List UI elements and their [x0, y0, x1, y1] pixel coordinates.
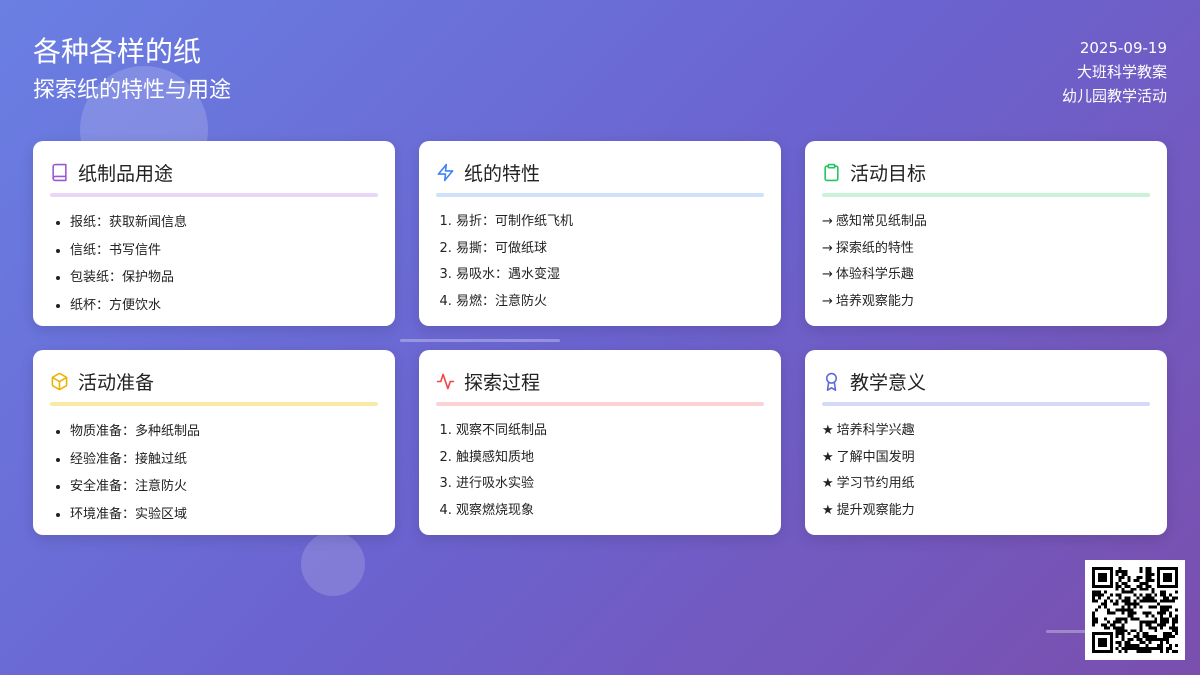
date-label: 2025-09-19	[1079, 39, 1167, 57]
list-item: 触摸感知质地	[456, 445, 764, 472]
list-item: 信纸：书写信件	[70, 237, 378, 265]
page-meta: 2025-09-19 大班科学教案 幼儿园教学活动	[1062, 36, 1167, 108]
list-item: → 感知常见纸制品	[822, 214, 927, 229]
list-item: 安全准备：注意防火	[70, 473, 378, 501]
card-divider	[822, 402, 1150, 406]
list-item: ★ 了解中国发明	[822, 449, 915, 465]
list-item: 纸杯：方便饮水	[70, 292, 378, 320]
card-title: 教学意义	[850, 371, 927, 394]
list-item: ★ 学习节约用纸	[822, 476, 915, 492]
card-title: 探索过程	[464, 371, 541, 394]
list-item: 易吸水：遇水变湿	[456, 262, 764, 289]
list-item: 易折：可制作纸飞机	[456, 209, 764, 236]
card-exploration-process: 探索过程 观察不同纸制品 触摸感知质地 进行吸水实验 观察燃烧现象	[419, 350, 781, 535]
list-item: ★ 提升观察能力	[822, 503, 915, 519]
card-paper-uses: 纸制品用途 报纸：获取新闻信息 信纸：书写信件 包装纸：保护物品 纸杯：方便饮水	[33, 141, 395, 326]
card-grid: 纸制品用途 报纸：获取新闻信息 信纸：书写信件 包装纸：保护物品 纸杯：方便饮水…	[33, 141, 1167, 535]
list-item: 进行吸水实验	[456, 471, 764, 498]
list-item: 经验准备：接触过纸	[70, 446, 378, 474]
list-item: 观察燃烧现象	[456, 498, 764, 525]
list-item: → 培养观察能力	[822, 294, 914, 310]
list-item: → 体验科学乐趣	[822, 267, 914, 283]
list-item: → 探索纸的特性	[822, 240, 914, 256]
page-header: 各种各样的纸 探索纸的特性与用途	[33, 34, 231, 106]
list-item: ★ 培养科学兴趣	[822, 423, 915, 438]
page-title: 各种各样的纸	[33, 35, 202, 68]
card-divider	[436, 193, 764, 197]
lightning-icon	[437, 163, 454, 181]
clipboard-icon	[824, 163, 839, 181]
card-title: 活动目标	[850, 162, 927, 185]
list-item: 环境准备：实验区域	[70, 501, 378, 529]
card-title: 纸的特性	[464, 162, 541, 185]
card-activity-preparation: 活动准备 物质准备：多种纸制品 经验准备：接触过纸 安全准备：注意防火 环境准备…	[33, 350, 395, 535]
list-item: 易燃：注意防火	[456, 289, 764, 316]
list-item: 易撕：可做纸球	[456, 236, 764, 263]
card-divider	[50, 402, 378, 406]
org-label: 幼儿园教学活动	[1061, 87, 1167, 105]
card-title: 纸制品用途	[78, 162, 174, 185]
list-item: 包装纸：保护物品	[70, 264, 378, 292]
decorative-circle	[301, 532, 365, 596]
card-divider	[822, 193, 1150, 197]
list-item: 观察不同纸制品	[456, 418, 764, 445]
page-subtitle: 探索纸的特性与用途	[33, 78, 232, 103]
qr-code-icon	[1092, 567, 1178, 653]
list-item: 报纸：获取新闻信息	[70, 209, 378, 237]
card-teaching-significance: 教学意义 ★ 培养科学兴趣 ★ 了解中国发明 ★ 学习节约用纸 ★ 提升观察能力	[805, 350, 1167, 535]
card-activity-goals: 活动目标 → 感知常见纸制品 → 探索纸的特性 → 体验科学乐趣 → 培养观察能力	[805, 141, 1167, 326]
card-paper-properties: 纸的特性 易折：可制作纸飞机 易撕：可做纸球 易吸水：遇水变湿 易燃：注意防火	[419, 141, 781, 326]
book-icon	[52, 163, 67, 181]
activity-icon	[436, 373, 455, 389]
award-icon	[825, 372, 838, 391]
cube-icon	[51, 372, 68, 390]
qr-code[interactable]	[1085, 560, 1185, 660]
card-title: 活动准备	[78, 371, 155, 394]
card-divider	[50, 193, 378, 197]
list-item: 物质准备：多种纸制品	[70, 418, 378, 446]
card-divider	[436, 402, 764, 406]
course-label: 大班科学教案	[1076, 63, 1167, 81]
